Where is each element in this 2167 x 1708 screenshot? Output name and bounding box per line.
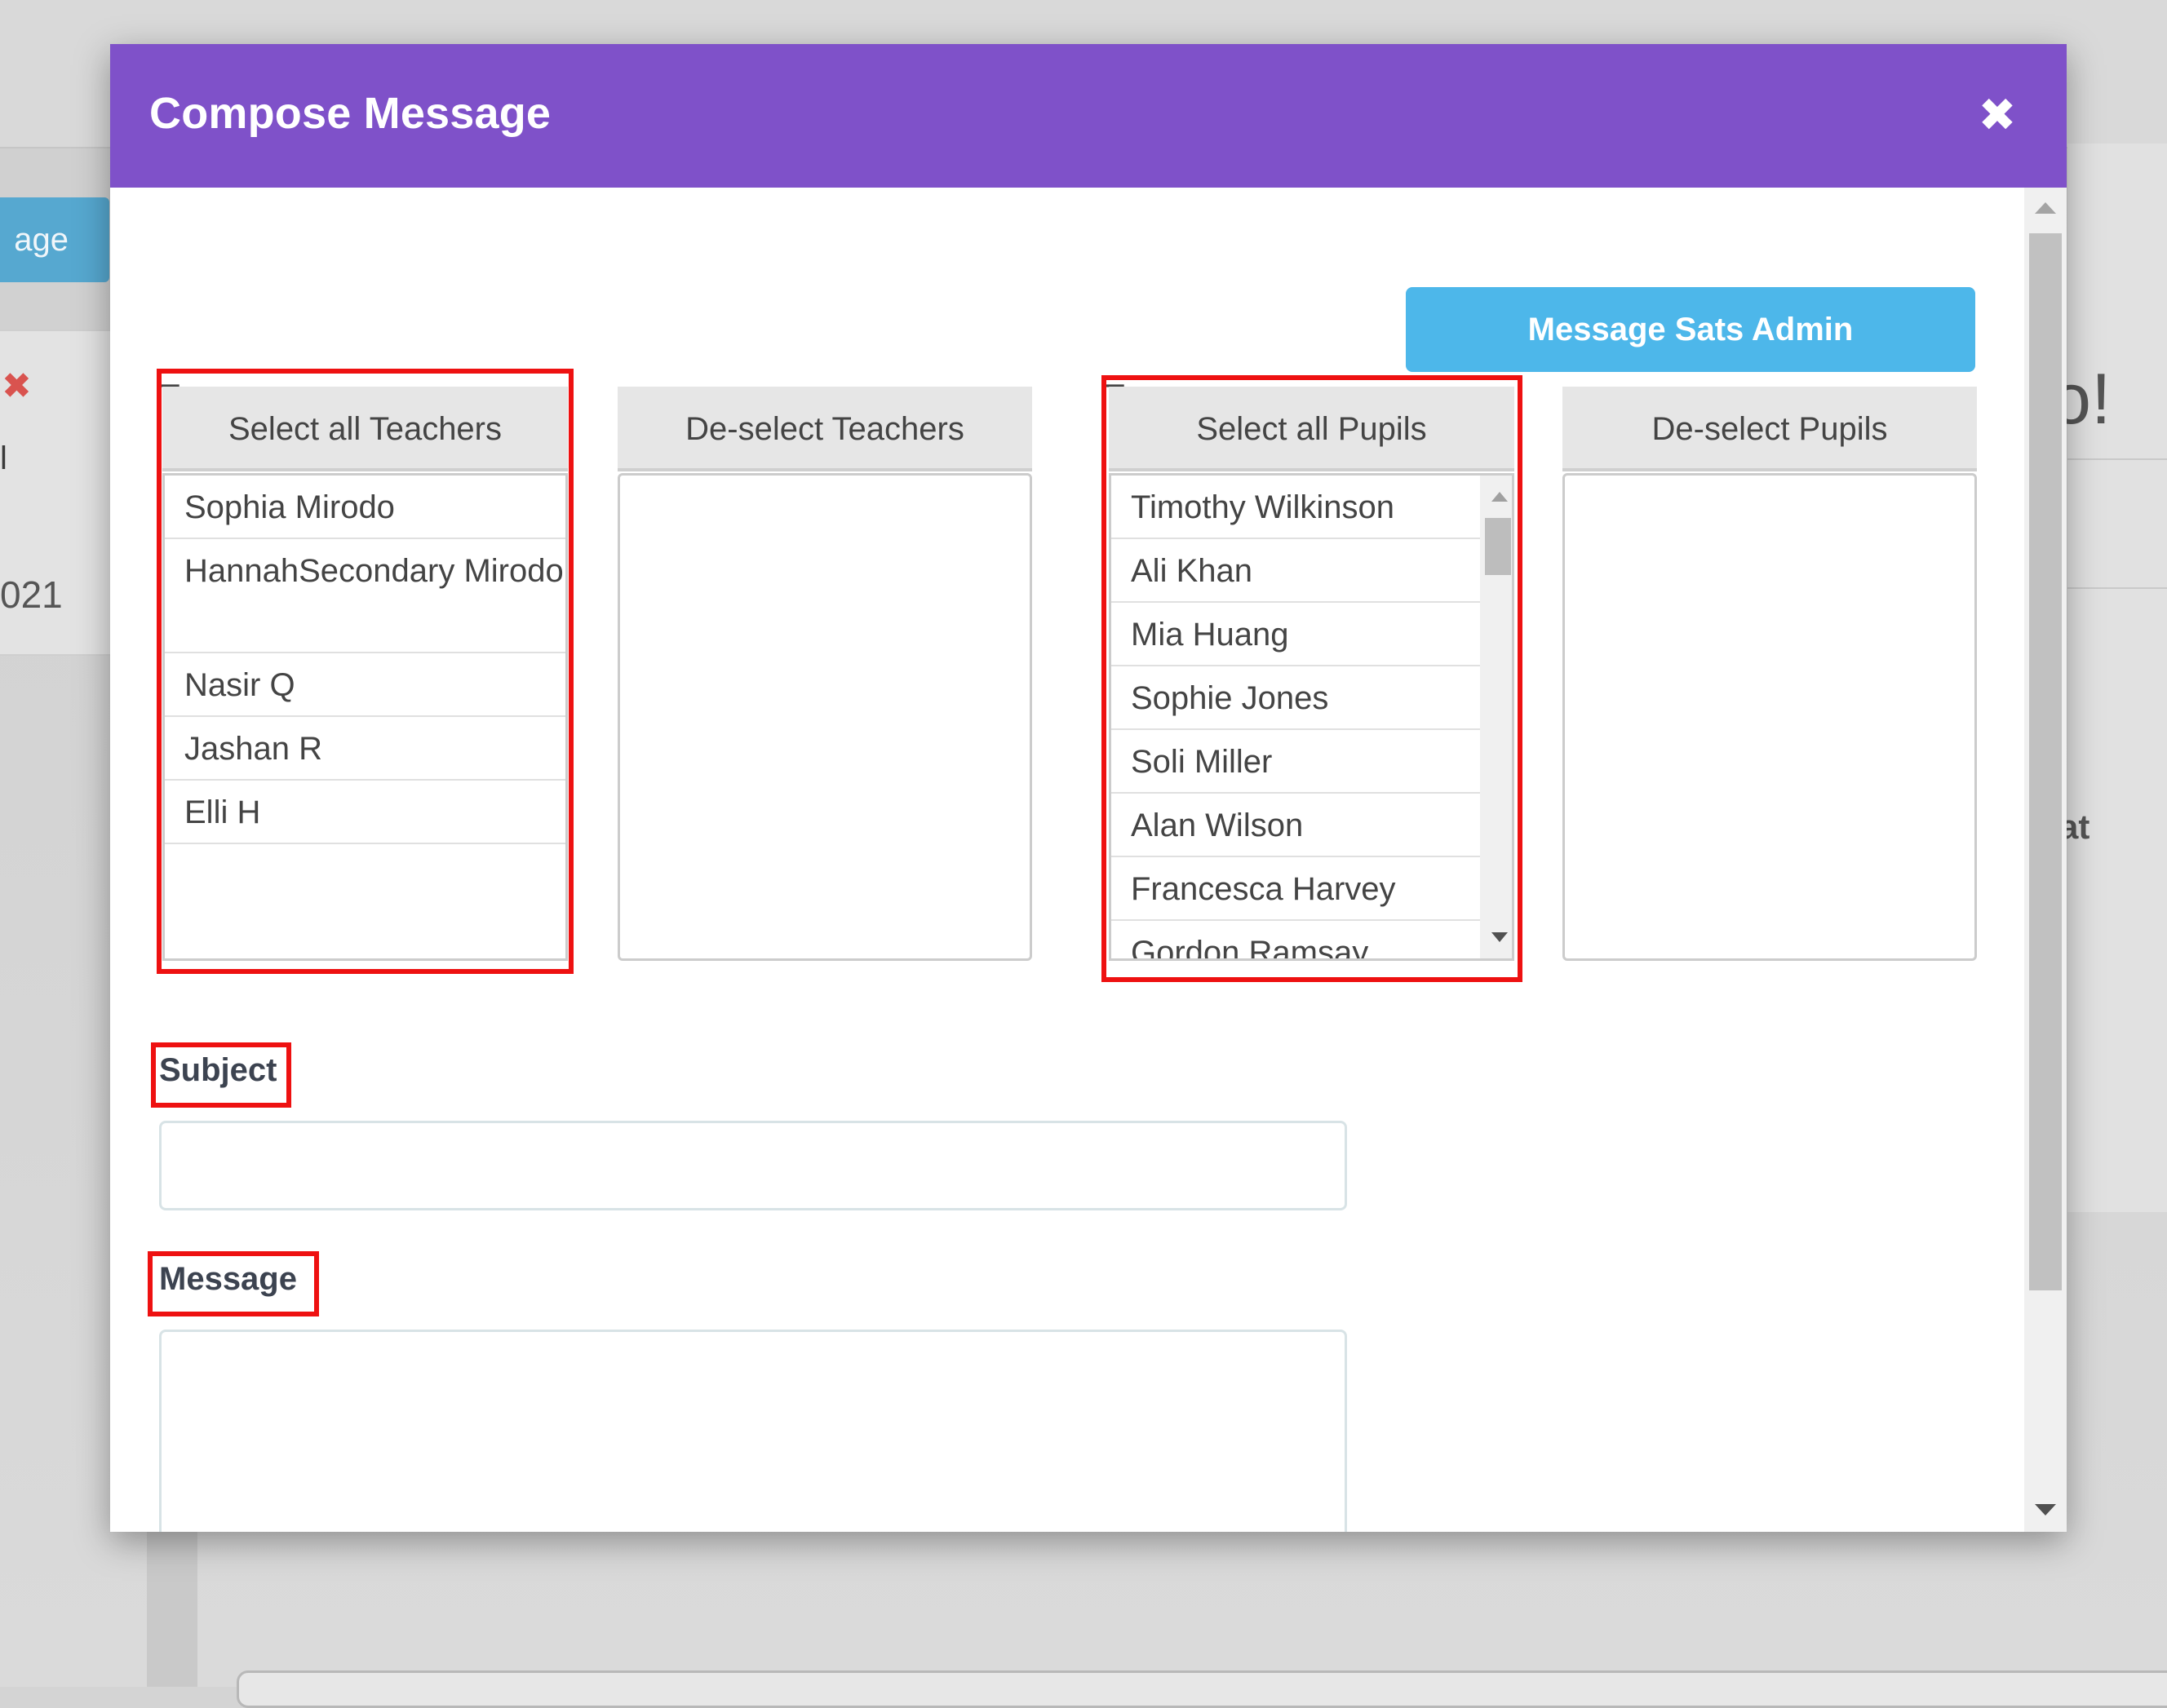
background-divider: [2067, 587, 2167, 589]
modal-scrollbar[interactable]: [2024, 188, 2067, 1532]
teacher-list-item[interactable]: Jashan R: [165, 717, 565, 781]
modal-header: Compose Message ✖: [110, 44, 2067, 188]
message-textarea[interactable]: [159, 1330, 1347, 1532]
pupil-list-item[interactable]: Mia Huang: [1111, 603, 1480, 666]
deselect-teachers-button[interactable]: De-select Teachers: [618, 387, 1032, 471]
modal-body: Message Sats Admin To Select all Teacher…: [110, 188, 2024, 1532]
background-divider: [2067, 458, 2167, 460]
pupil-list-item[interactable]: Soli Miller: [1111, 730, 1480, 794]
selected-pupils-listbox[interactable]: [1562, 473, 1977, 961]
subject-input[interactable]: [159, 1121, 1347, 1210]
message-label: Message: [159, 1261, 297, 1297]
modal-title: Compose Message: [149, 89, 552, 138]
deselect-pupils-button[interactable]: De-select Pupils: [1562, 387, 1977, 471]
background-right-panel: [2067, 144, 2167, 1212]
background-strip: [147, 1530, 197, 1687]
select-all-pupils-button[interactable]: Select all Pupils: [1109, 387, 1514, 471]
scrollbar-thumb[interactable]: [2029, 233, 2062, 1290]
pupils-scrollbar[interactable]: [1480, 476, 1512, 958]
pupil-list-item[interactable]: Alan Wilson: [1111, 794, 1480, 857]
close-icon[interactable]: ✖: [1969, 86, 2026, 144]
scrollbar-thumb[interactable]: [1485, 518, 1511, 575]
pupil-list-item[interactable]: Francesca Harvey: [1111, 857, 1480, 921]
selected-teachers-listbox[interactable]: [618, 473, 1032, 961]
pupil-list-item[interactable]: Gordon Ramsay: [1111, 921, 1480, 958]
teachers-listbox[interactable]: Sophia Mirodo HannahSecondary Mirodo Nas…: [162, 473, 568, 961]
scroll-down-arrow-icon[interactable]: [2035, 1504, 2056, 1516]
teacher-list-item[interactable]: Elli H: [165, 781, 565, 844]
scroll-up-arrow-icon[interactable]: [1491, 492, 1508, 502]
background-close-icon: ✖: [2, 366, 32, 406]
pupil-list-item[interactable]: Sophie Jones: [1111, 666, 1480, 730]
background-message-button: age: [0, 197, 109, 282]
background-left-text: l: [0, 440, 7, 476]
background-input-field: [237, 1670, 2167, 1708]
message-sats-admin-button[interactable]: Message Sats Admin: [1406, 287, 1975, 372]
select-all-teachers-button[interactable]: Select all Teachers: [162, 387, 568, 471]
scroll-down-arrow-icon[interactable]: [1491, 932, 1508, 942]
teacher-list-item[interactable]: HannahSecondary Mirodo: [165, 539, 565, 653]
pupil-list-item[interactable]: Timothy Wilkinson: [1111, 476, 1480, 539]
teacher-list-item[interactable]: Nasir Q: [165, 653, 565, 717]
pupil-list-item[interactable]: Ali Khan: [1111, 539, 1480, 603]
compose-message-modal: Compose Message ✖ Message Sats Admin To …: [110, 44, 2067, 1532]
background-year-text: 021: [0, 573, 63, 616]
subject-label: Subject: [159, 1052, 277, 1088]
scroll-up-arrow-icon[interactable]: [2035, 202, 2056, 214]
teacher-list-item[interactable]: Sophia Mirodo: [165, 476, 565, 539]
pupils-listbox[interactable]: Timothy Wilkinson Ali Khan Mia Huang Sop…: [1109, 473, 1514, 961]
